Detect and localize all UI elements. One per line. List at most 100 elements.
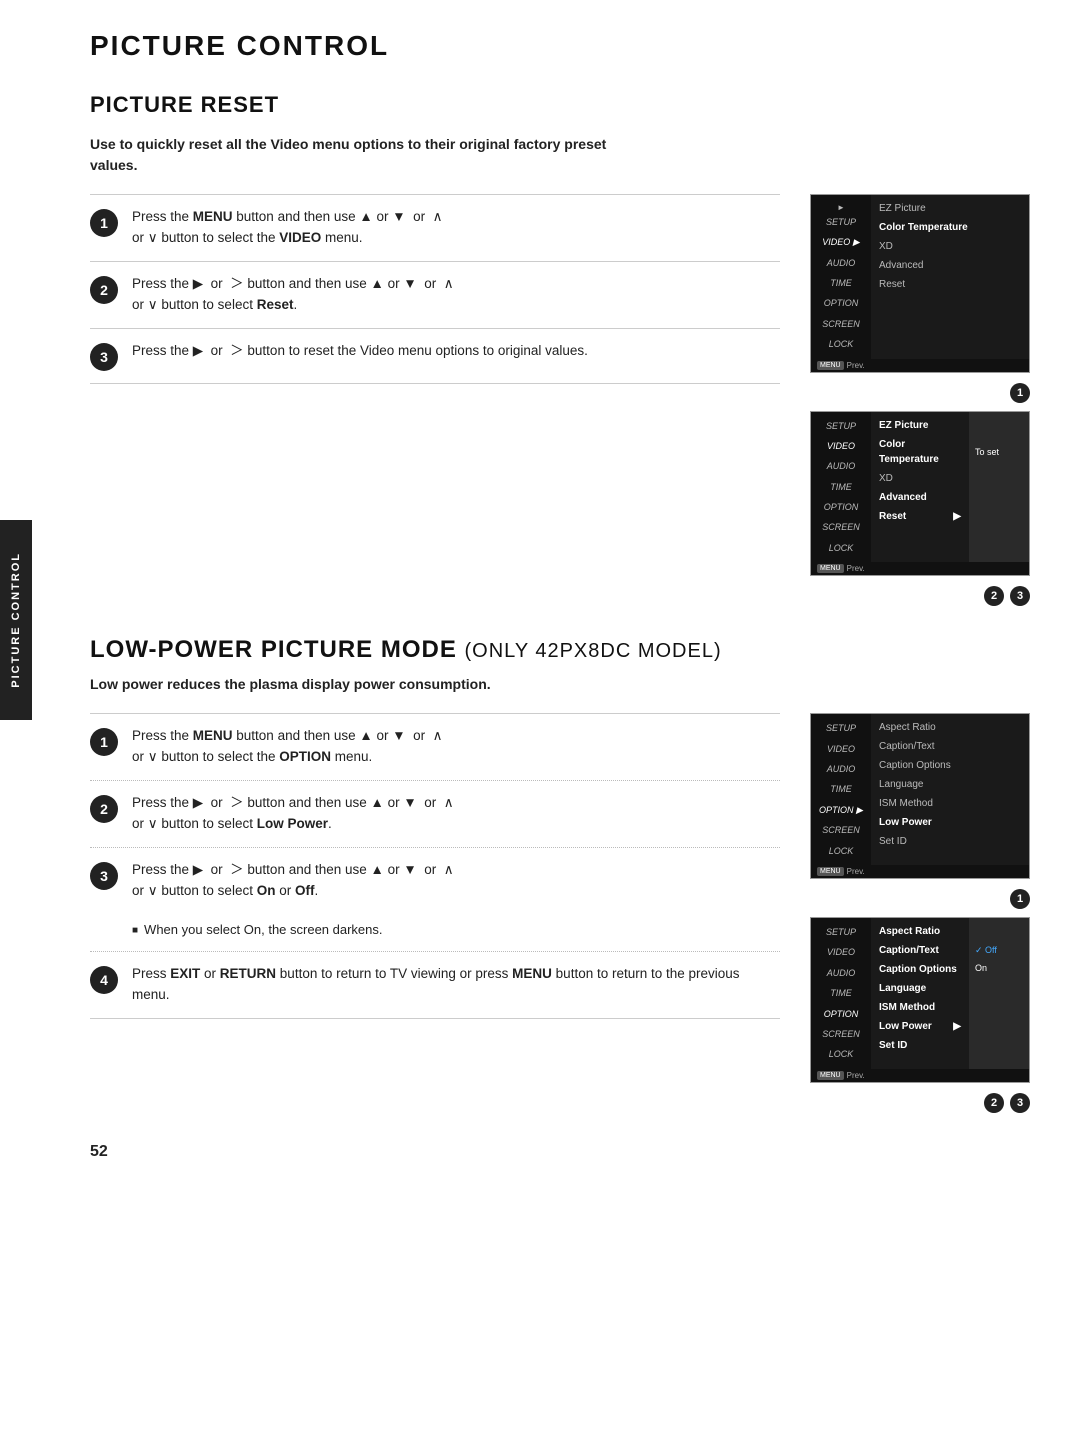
menu-left-time-2: TIME (811, 477, 871, 497)
low-power-title: LOW-POWER PICTURE MODE (Only 42PX8DC mod… (90, 636, 1030, 664)
step-number-2: 2 (90, 276, 118, 304)
lp-badge-3: 3 (1010, 1093, 1030, 1113)
lp-menu-caption: Caption/Text (879, 737, 1021, 756)
picture-reset-wrapper: 1 Press the MENU button and then use ▲ o… (90, 194, 1030, 606)
lp-menu-setid-2: Set ID (879, 1036, 961, 1055)
menu-left-setup-2: SETUP (811, 416, 871, 436)
menu-footer-2: MENU Prev. (811, 562, 1029, 575)
menu-item-color-2: Color Temperature (879, 435, 961, 469)
lp-step-text-4: Press EXIT or RETURN button to return to… (132, 964, 780, 1006)
menu-screenshot-1: ►SETUP VIDEO ▶ AUDIO TIME OPTION SCREEN … (810, 194, 1030, 373)
page-number: 52 (90, 1143, 1030, 1161)
menu-item-color-temp: Color Temperature (879, 218, 1021, 237)
picture-reset-screenshots: ►SETUP VIDEO ▶ AUDIO TIME OPTION SCREEN … (800, 194, 1030, 606)
lp-menu-right-1: Aspect Ratio Caption/Text Caption Option… (871, 714, 1029, 865)
lp-third-off: ✓ Off (975, 942, 1023, 960)
picture-reset-description: Use to quickly reset all the Video menu … (90, 134, 610, 176)
lp-menu-lowpower: Low Power (879, 813, 1021, 832)
lp-step-row-3: 3 Press the ▶ or ＞ button and then use ▲… (90, 847, 780, 914)
lp-note: When you select On, the screen darkens. (90, 914, 780, 952)
lp-screenshot-badge-1: 1 (1010, 889, 1030, 909)
menu-item-advanced: Advanced (879, 256, 1021, 275)
side-tab-label: PICTURE CONTROL (10, 552, 22, 688)
badge-2: 2 (984, 586, 1004, 606)
lp-menu-setup: SETUP (811, 718, 871, 738)
menu-left-1: ►SETUP VIDEO ▶ AUDIO TIME OPTION SCREEN … (811, 195, 871, 359)
menu-left-audio: AUDIO (811, 253, 871, 273)
low-power-wrapper: 1 Press the MENU button and then use ▲ o… (90, 713, 1030, 1112)
lp-menu-audio: AUDIO (811, 759, 871, 779)
badge-3: 3 (1010, 586, 1030, 606)
lp-menu-caption-2: Caption/Text (879, 941, 961, 960)
lp-step-text-3: Press the ▶ or ＞ button and then use ▲ o… (132, 860, 780, 902)
menu-left-option-2: OPTION (811, 497, 871, 517)
menu-left-2: SETUP VIDEO AUDIO TIME OPTION SCREEN LOC… (811, 412, 871, 563)
menu-item-reset-1: Reset (879, 275, 1021, 294)
lp-menu-ism: ISM Method (879, 794, 1021, 813)
screenshot-badge-1: 1 (1010, 383, 1030, 403)
menu-item-xd-2: XD (879, 469, 961, 488)
lp-badge-1: 1 (1010, 889, 1030, 909)
menu-footer-prev-1: Prev. (847, 361, 865, 370)
menu-item-ez: EZ Picture (879, 199, 1021, 218)
menu-left-video: VIDEO ▶ (811, 232, 871, 252)
lp-menu-language: Language (879, 775, 1021, 794)
menu-left-lock-2: LOCK (811, 538, 871, 558)
lp-footer-prev-2: Prev. (847, 1071, 865, 1080)
lp-menu-option-2: OPTION (811, 1004, 871, 1024)
menu-btn-1: MENU (817, 361, 844, 370)
lp-step-number-4: 4 (90, 966, 118, 994)
menu-left-video-2: VIDEO (811, 436, 871, 456)
step-row-2: 2 Press the ▶ or ＞ button and then use ▲… (90, 261, 780, 328)
menu-screenshot-2: SETUP VIDEO AUDIO TIME OPTION SCREEN LOC… (810, 411, 1030, 577)
menu-left-time: TIME (811, 273, 871, 293)
lp-menu-setup-2: SETUP (811, 922, 871, 942)
lp-menu-aspect: Aspect Ratio (879, 718, 1021, 737)
low-power-subtitle: (Only 42PX8DC model) (465, 640, 722, 662)
lp-menu-left-1: SETUP VIDEO AUDIO TIME OPTION ▶ SCREEN L… (811, 714, 871, 865)
lp-menu-video-2: VIDEO (811, 942, 871, 962)
lp-menu-video: VIDEO (811, 739, 871, 759)
picture-reset-section: PICTURE RESET Use to quickly reset all t… (90, 92, 1030, 606)
lp-menu-language-2: Language (879, 979, 961, 998)
step-row-3: 3 Press the ▶ or ＞ button to reset the V… (90, 328, 780, 384)
menu-left-audio-2: AUDIO (811, 456, 871, 476)
lp-footer-prev-1: Prev. (847, 867, 865, 876)
lp-step-text-1: Press the MENU button and then use ▲ or … (132, 726, 780, 768)
lp-menu-right-2: Aspect Ratio Caption/Text Caption Option… (871, 918, 969, 1069)
step-text-2: Press the ▶ or ＞ button and then use ▲ o… (132, 274, 780, 316)
lp-step-number-3: 3 (90, 862, 118, 890)
step-text-1: Press the MENU button and then use ▲ or … (132, 207, 780, 249)
menu-footer-prev-2: Prev. (847, 564, 865, 573)
lp-menu-caption-opt: Caption Options (879, 756, 1021, 775)
lp-menu-screen: SCREEN (811, 820, 871, 840)
menu-btn-2: MENU (817, 564, 844, 573)
menu-third-to-set: To set (975, 444, 1023, 462)
lp-step-text-2: Press the ▶ or ＞ button and then use ▲ o… (132, 793, 780, 835)
badge-1: 1 (1010, 383, 1030, 403)
lp-step-number-1: 1 (90, 728, 118, 756)
menu-left-lock: LOCK (811, 334, 871, 354)
lp-menu-left-2: SETUP VIDEO AUDIO TIME OPTION SCREEN LOC… (811, 918, 871, 1069)
lp-menu-audio-2: AUDIO (811, 963, 871, 983)
lp-menu-screen-2: SCREEN (811, 1024, 871, 1044)
lp-menu-ism-2: ISM Method (879, 998, 961, 1017)
menu-right-1: EZ Picture Color Temperature XD Advanced… (871, 195, 1029, 359)
menu-left-option: OPTION (811, 293, 871, 313)
lp-menu-time: TIME (811, 779, 871, 799)
low-power-steps: 1 Press the MENU button and then use ▲ o… (90, 713, 780, 1112)
lp-menu-lock: LOCK (811, 841, 871, 861)
screenshot-badge-23: 2 3 (984, 586, 1030, 606)
lp-step-number-2: 2 (90, 795, 118, 823)
lp-menu-screenshot-1: SETUP VIDEO AUDIO TIME OPTION ▶ SCREEN L… (810, 713, 1030, 879)
lp-badge-2: 2 (984, 1093, 1004, 1113)
lp-menu-btn-2: MENU (817, 1071, 844, 1080)
lp-menu-option: OPTION ▶ (811, 800, 871, 820)
lp-step-row-4: 4 Press EXIT or RETURN button to return … (90, 951, 780, 1019)
menu-item-xd: XD (879, 237, 1021, 256)
page-title: PICTURE CONTROL (90, 30, 1030, 62)
side-tab: PICTURE CONTROL (0, 520, 32, 720)
lp-menu-caption-opt-2: Caption Options (879, 960, 961, 979)
step-number-1: 1 (90, 209, 118, 237)
lp-menu-time-2: TIME (811, 983, 871, 1003)
